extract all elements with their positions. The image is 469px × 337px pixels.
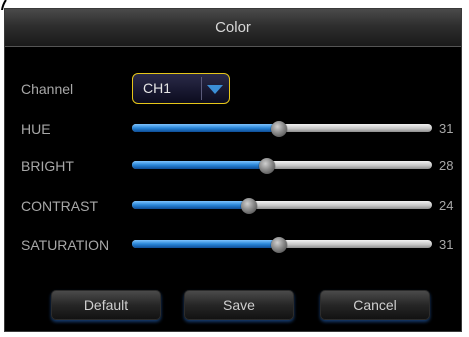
bright-value: 28 bbox=[439, 158, 454, 173]
slider-fill bbox=[132, 161, 267, 169]
slider-fill bbox=[132, 240, 279, 248]
slider-thumb[interactable] bbox=[271, 121, 287, 137]
slider-thumb[interactable] bbox=[259, 158, 275, 174]
saturation-slider[interactable] bbox=[132, 237, 432, 253]
hue-slider[interactable] bbox=[132, 121, 432, 137]
bright-label: BRIGHT bbox=[21, 158, 74, 174]
bright-slider[interactable] bbox=[132, 158, 432, 174]
slider-fill bbox=[132, 124, 279, 132]
cancel-button[interactable]: Cancel bbox=[320, 290, 430, 320]
saturation-label: SATURATION bbox=[21, 237, 110, 253]
slider-thumb[interactable] bbox=[271, 237, 287, 253]
hue-value: 31 bbox=[439, 121, 454, 136]
contrast-value: 24 bbox=[439, 198, 454, 213]
saturation-value: 31 bbox=[439, 237, 454, 252]
contrast-slider[interactable] bbox=[132, 198, 432, 214]
dialog-titlebar: Color bbox=[5, 9, 461, 47]
color-dialog: Color Channel CH1 HUE 31 BRIGHT 28 CONTR… bbox=[4, 8, 462, 332]
chevron-down-icon[interactable] bbox=[207, 85, 223, 94]
hue-label: HUE bbox=[21, 121, 51, 137]
channel-selected-value: CH1 bbox=[143, 80, 172, 96]
default-button[interactable]: Default bbox=[51, 290, 161, 320]
channel-label: Channel bbox=[21, 81, 74, 97]
slider-thumb[interactable] bbox=[241, 198, 257, 214]
save-button[interactable]: Save bbox=[184, 290, 294, 320]
dropdown-separator bbox=[201, 77, 202, 100]
dialog-title: Color bbox=[215, 19, 251, 36]
channel-dropdown[interactable]: CH1 bbox=[132, 73, 230, 104]
contrast-label: CONTRAST bbox=[21, 198, 98, 214]
slider-fill bbox=[132, 201, 249, 209]
